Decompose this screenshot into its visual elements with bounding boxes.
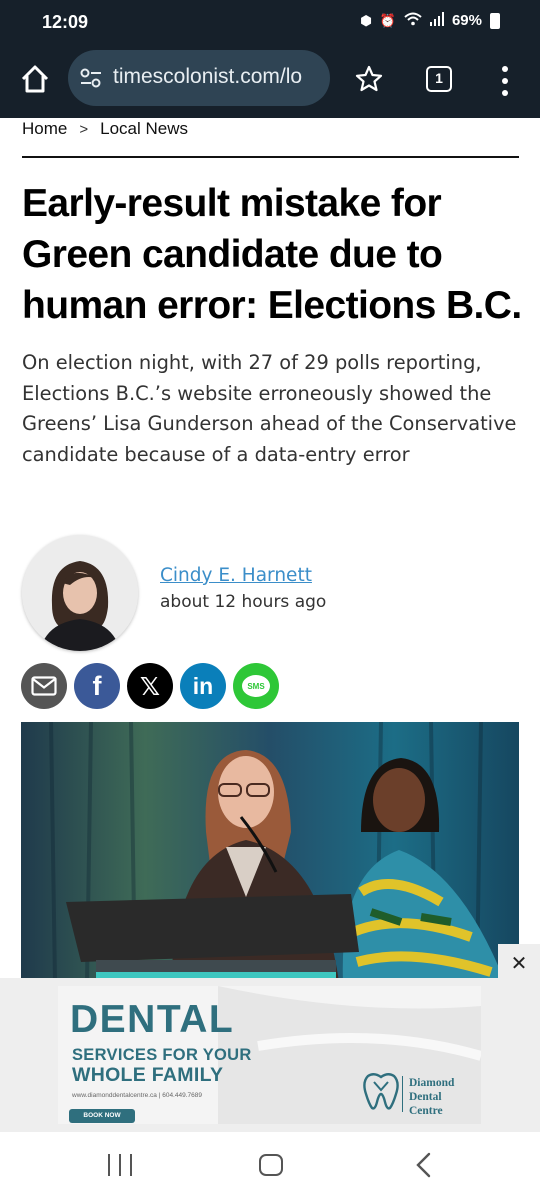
recents-icon <box>108 1154 110 1176</box>
overflow-menu-button[interactable] <box>498 66 512 96</box>
ad-logo-divider <box>402 1076 403 1112</box>
x-icon: 𝕏 <box>139 671 161 701</box>
status-icons: ⬢ ⏰ 69% <box>360 12 500 29</box>
facebook-icon: f <box>92 670 102 701</box>
system-navigation-bar <box>0 1132 540 1200</box>
menu-dot <box>502 78 508 84</box>
battery-icon <box>490 12 500 29</box>
ad-banner: DENTAL SERVICES FOR YOUR WHOLE FAMILY ww… <box>0 978 540 1132</box>
battery-percent: 69% <box>451 12 482 29</box>
share-linkedin-button[interactable]: in <box>180 663 226 709</box>
ad-website: www.diamonddentalcentre.ca | 604.449.768… <box>72 1092 202 1099</box>
sms-icon: SMS <box>247 681 265 691</box>
status-bar: 12:09 ⬢ ⏰ 69% <box>0 0 540 44</box>
notification-icon: ⬢ <box>360 12 372 28</box>
tooth-icon <box>363 1073 399 1110</box>
star-icon <box>355 65 383 92</box>
article-summary: On election night, with 27 of 29 polls r… <box>22 351 517 466</box>
tab-switcher-button[interactable]: 1 <box>426 66 452 92</box>
ad-close-button[interactable]: ✕ <box>498 944 540 982</box>
back-icon[interactable] <box>414 1152 434 1178</box>
divider <box>22 156 519 158</box>
menu-dot <box>502 66 508 72</box>
ad-subtitle-line2: WHOLE FAMILY <box>72 1064 224 1086</box>
recents-button[interactable] <box>108 1154 132 1176</box>
publish-time: about 12 hours ago <box>160 592 327 612</box>
share-facebook-button[interactable]: f <box>74 663 120 709</box>
breadcrumb-separator: > <box>79 120 89 138</box>
share-buttons: f 𝕏 in SMS <box>21 663 279 709</box>
breadcrumb: Home > Local News <box>22 119 188 139</box>
linkedin-icon: in <box>192 672 214 699</box>
home-button[interactable] <box>18 62 52 96</box>
alarm-icon: ⏰ <box>379 12 396 28</box>
ad-book-now-button[interactable]: BOOK NOW <box>69 1109 135 1123</box>
ad-title: DENTAL <box>70 998 235 1041</box>
signal-icon <box>429 12 444 29</box>
address-bar[interactable]: timescolonist.com/lo <box>68 50 330 106</box>
share-email-button[interactable] <box>21 663 67 709</box>
recents-icon <box>119 1154 121 1176</box>
browser-toolbar: timescolonist.com/lo 1 <box>0 44 540 118</box>
recents-icon <box>130 1154 132 1176</box>
author-name-link[interactable]: Cindy E. Harnett <box>160 565 312 586</box>
ad-brand-name: Diamond Dental Centre <box>409 1077 455 1117</box>
bookmark-button[interactable] <box>354 64 384 94</box>
status-time: 12:09 <box>42 12 89 32</box>
breadcrumb-home[interactable]: Home <box>22 119 67 139</box>
envelope-icon <box>31 676 57 696</box>
author-avatar[interactable] <box>22 535 138 651</box>
site-settings-icon[interactable] <box>80 68 102 88</box>
ad-subtitle-line1: SERVICES FOR YOUR <box>72 1046 252 1064</box>
menu-dot <box>502 90 508 96</box>
wifi-icon <box>404 12 422 29</box>
home-icon <box>21 65 49 93</box>
article-photo[interactable] <box>21 722 519 982</box>
article-headline: Early-result mistake for Green candidate… <box>22 182 522 327</box>
share-sms-button[interactable]: SMS <box>233 663 279 709</box>
breadcrumb-local-news[interactable]: Local News <box>100 119 188 139</box>
url-text[interactable]: timescolonist.com/lo <box>113 65 325 89</box>
ad-creative[interactable]: DENTAL SERVICES FOR YOUR WHOLE FAMILY ww… <box>58 986 481 1124</box>
home-nav-button[interactable] <box>259 1154 283 1176</box>
share-x-button[interactable]: 𝕏 <box>127 663 173 709</box>
